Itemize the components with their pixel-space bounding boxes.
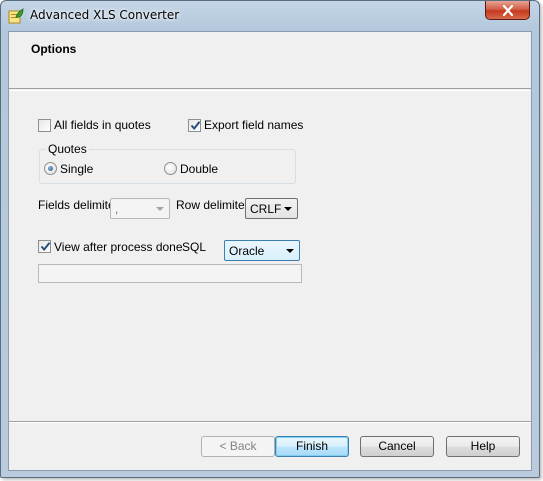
single-quote-radio[interactable] (44, 162, 57, 175)
export-field-names-label[interactable]: Export field names (204, 118, 303, 132)
converter-window: Advanced XLS Converter Options All field… (0, 0, 540, 478)
title-bar[interactable]: Advanced XLS Converter (1, 1, 539, 31)
page-title: Options (31, 42, 77, 56)
quotes-group-title: Quotes (46, 142, 89, 156)
sql-dialect-value: Oracle (229, 244, 265, 258)
wizard-client-area: Options All fields in quotes Export fiel… (8, 31, 532, 471)
checkmark-icon (40, 242, 51, 252)
window-title: Advanced XLS Converter (30, 8, 180, 22)
chevron-down-icon (284, 207, 292, 211)
close-button[interactable] (485, 1, 530, 20)
export-field-names-checkbox[interactable] (188, 119, 201, 132)
viewer-path-input[interactable] (38, 264, 302, 283)
double-quote-label[interactable]: Double (180, 162, 218, 176)
checkmark-icon (190, 121, 201, 131)
finish-button[interactable]: Finish (275, 436, 349, 457)
view-after-process-checkbox[interactable] (38, 240, 51, 253)
row-delimiter-label: Row delimiter (176, 198, 249, 212)
wizard-header: Options (9, 32, 531, 89)
view-after-process-label[interactable]: View after process done (54, 240, 183, 254)
row-delimiter-combo[interactable]: CRLF (245, 198, 298, 219)
header-divider (9, 90, 531, 91)
double-quote-radio[interactable] (164, 162, 177, 175)
radio-selected-dot (48, 166, 53, 171)
chevron-down-icon (286, 249, 294, 253)
row-delimiter-value: CRLF (250, 202, 282, 216)
single-quote-label[interactable]: Single (60, 162, 93, 176)
back-button[interactable]: < Back (201, 436, 275, 457)
fields-delimiter-label: Fields delimiter (38, 198, 119, 212)
sql-label: SQL (182, 240, 207, 254)
sql-dialect-combo[interactable]: Oracle (224, 240, 300, 261)
footer-divider-highlight (9, 422, 531, 423)
cancel-button[interactable]: Cancel (360, 436, 434, 457)
all-fields-in-quotes-checkbox[interactable] (38, 119, 51, 132)
close-icon (502, 4, 513, 16)
fields-delimiter-value: , (115, 202, 119, 216)
app-icon (8, 8, 24, 24)
chevron-down-icon (156, 207, 164, 211)
all-fields-in-quotes-label[interactable]: All fields in quotes (54, 118, 151, 132)
fields-delimiter-combo[interactable]: , (110, 198, 170, 219)
help-button[interactable]: Help (446, 436, 520, 457)
